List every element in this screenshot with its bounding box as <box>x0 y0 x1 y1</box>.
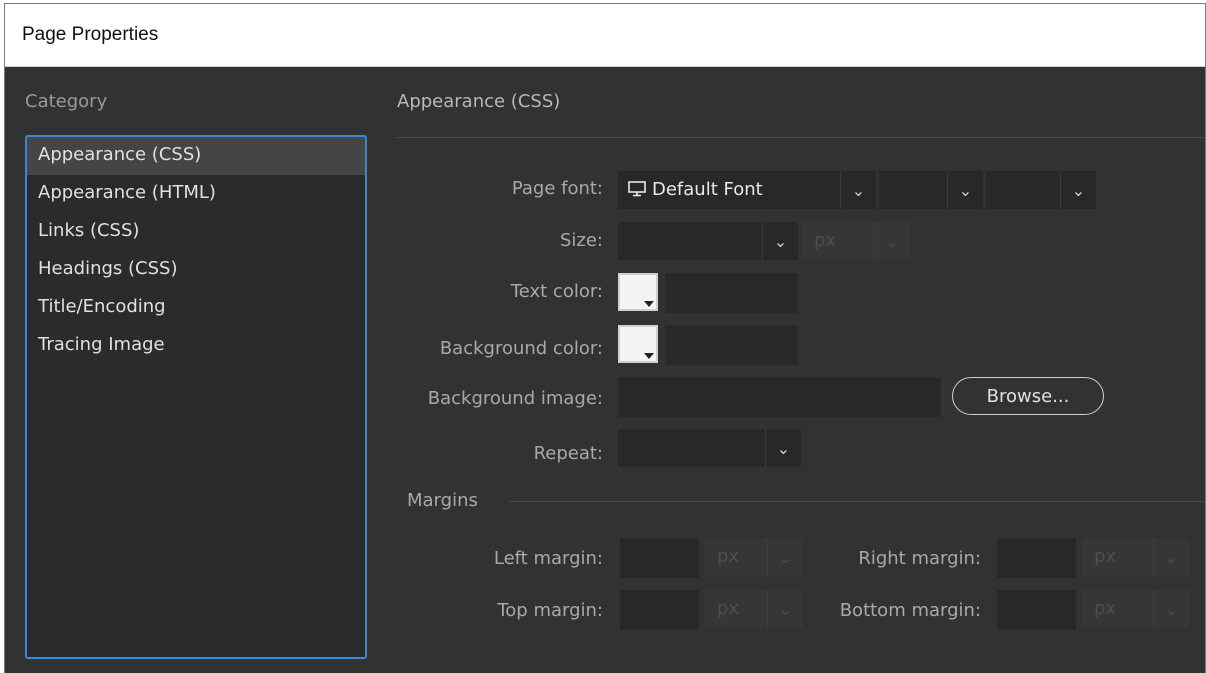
category-item-appearance-css[interactable]: Appearance (CSS) <box>27 137 365 175</box>
chevron-down-icon: ⌄ <box>840 171 876 209</box>
margins-divider <box>510 501 1205 502</box>
repeat-label: Repeat: <box>533 443 603 464</box>
repeat-select[interactable]: ⌄ <box>618 429 801 467</box>
bottom-margin-unit-value: px <box>1094 598 1117 619</box>
size-label: Size: <box>559 230 603 251</box>
bottom-margin-input[interactable] <box>997 590 1076 630</box>
background-image-label: Background image: <box>427 388 603 409</box>
font-style-select[interactable]: ⌄ <box>879 171 983 209</box>
background-image-input[interactable] <box>618 377 941 417</box>
category-item-headings-css[interactable]: Headings (CSS) <box>27 251 365 289</box>
chevron-down-icon: ⌄ <box>1153 590 1189 628</box>
size-select[interactable]: ⌄ <box>618 222 798 260</box>
category-list[interactable]: Appearance (CSS) Appearance (HTML) Links… <box>25 135 367 659</box>
chevron-down-icon: ⌄ <box>767 538 803 576</box>
chevron-down-icon: ⌄ <box>874 222 910 260</box>
section-divider <box>397 137 1205 138</box>
text-color-label: Text color: <box>510 281 603 302</box>
page-properties-dialog: Page Properties Category Appearance (CSS… <box>4 3 1206 673</box>
monitor-icon <box>628 181 646 197</box>
left-margin-unit-select[interactable]: px ⌄ <box>705 538 803 576</box>
dialog-body: Category Appearance (CSS) Appearance (HT… <box>5 67 1205 673</box>
page-font-value: Default Font <box>652 179 763 200</box>
category-item-links-css[interactable]: Links (CSS) <box>27 213 365 251</box>
chevron-down-icon: ⌄ <box>762 222 798 260</box>
title-bar: Page Properties <box>5 4 1205 67</box>
background-color-input[interactable] <box>665 325 798 365</box>
top-margin-input[interactable] <box>620 590 699 630</box>
background-color-label: Background color: <box>439 338 603 359</box>
chevron-down-icon: ⌄ <box>765 429 801 467</box>
dropdown-triangle-icon <box>644 301 654 307</box>
browse-button[interactable]: Browse... <box>952 377 1104 415</box>
category-item-title-encoding[interactable]: Title/Encoding <box>27 289 365 327</box>
left-margin-unit-value: px <box>717 546 740 567</box>
left-margin-label: Left margin: <box>493 548 603 569</box>
right-margin-input[interactable] <box>997 538 1076 578</box>
category-heading: Category <box>25 91 108 112</box>
bottom-margin-unit-select[interactable]: px ⌄ <box>1082 590 1189 628</box>
top-margin-label: Top margin: <box>497 600 603 621</box>
chevron-down-icon: ⌄ <box>947 171 983 209</box>
dialog-title: Page Properties <box>22 24 159 45</box>
right-margin-label: Right margin: <box>858 548 981 569</box>
category-item-tracing-image[interactable]: Tracing Image <box>27 327 365 365</box>
top-margin-unit-value: px <box>717 598 740 619</box>
bottom-margin-label: Bottom margin: <box>839 600 981 621</box>
size-unit-select[interactable]: px ⌄ <box>802 222 910 260</box>
text-color-input[interactable] <box>665 273 798 313</box>
chevron-down-icon: ⌄ <box>1153 538 1189 576</box>
chevron-down-icon: ⌄ <box>767 590 803 628</box>
top-margin-unit-select[interactable]: px ⌄ <box>705 590 803 628</box>
section-title: Appearance (CSS) <box>397 91 561 112</box>
margins-heading: Margins <box>407 490 478 511</box>
right-margin-unit-value: px <box>1094 546 1117 567</box>
font-weight-select[interactable]: ⌄ <box>986 171 1096 209</box>
page-font-select[interactable]: Default Font ⌄ <box>618 171 876 209</box>
page-font-label: Page font: <box>511 178 603 199</box>
left-margin-input[interactable] <box>620 538 699 578</box>
background-color-swatch[interactable] <box>618 325 658 363</box>
chevron-down-icon: ⌄ <box>1060 171 1096 209</box>
dropdown-triangle-icon <box>644 353 654 359</box>
text-color-swatch[interactable] <box>618 273 658 311</box>
category-item-appearance-html[interactable]: Appearance (HTML) <box>27 175 365 213</box>
size-unit-value: px <box>814 230 837 251</box>
right-margin-unit-select[interactable]: px ⌄ <box>1082 538 1189 576</box>
